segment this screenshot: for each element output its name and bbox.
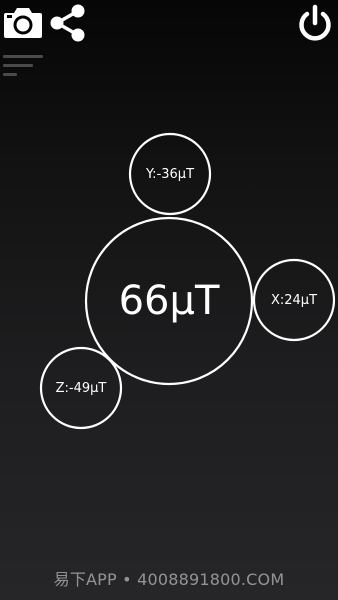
y-axis-value: Y:-36μT	[145, 166, 195, 182]
magnetometer-screen: 66μT Y:-36μT X:24μT Z:-49μT 易下APP • 4008…	[0, 0, 338, 600]
watermark-text: 易下APP • 4008891800.COM	[53, 570, 285, 589]
x-axis-value: X:24μT	[270, 292, 318, 308]
z-axis-value: Z:-49μT	[55, 380, 107, 396]
